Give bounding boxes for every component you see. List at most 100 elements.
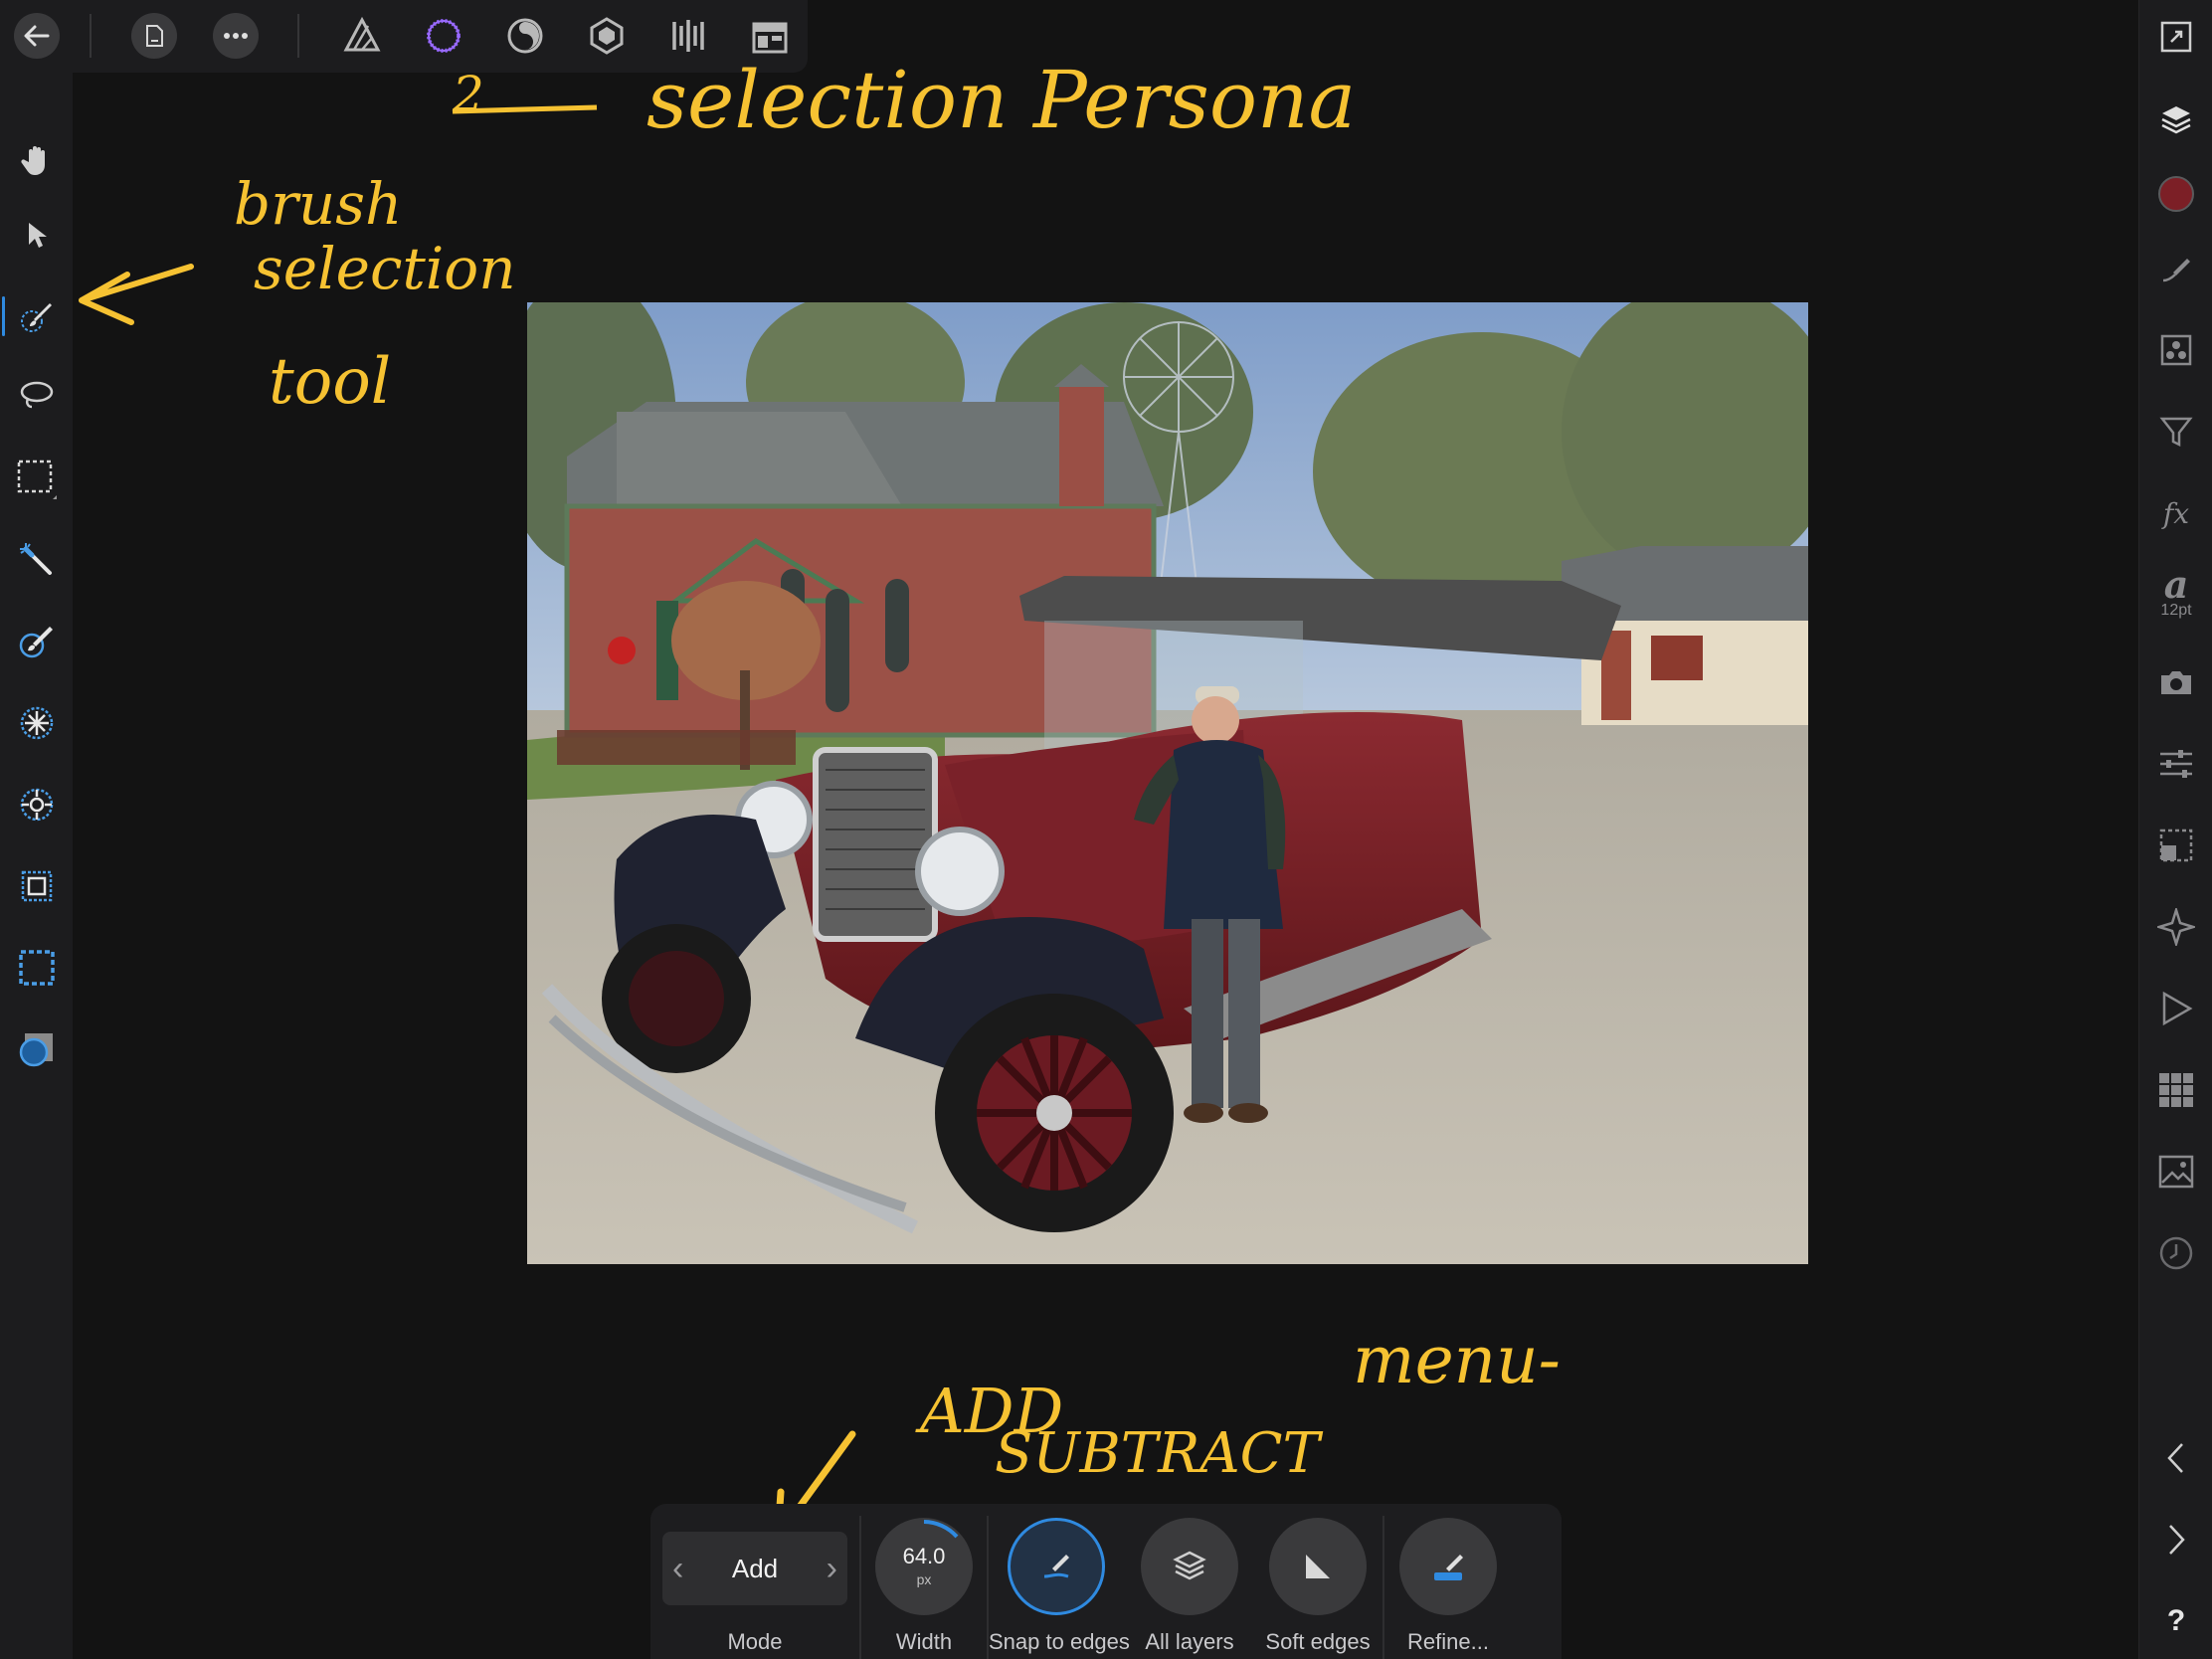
filters-studio-button[interactable] <box>2139 400 2212 463</box>
grid-icon <box>2159 1073 2193 1107</box>
transform-icon <box>2159 829 2193 862</box>
stock-studio-button[interactable] <box>2139 1140 2212 1203</box>
quick-mask-icon <box>19 1033 53 1067</box>
mode-stepper[interactable]: ‹ Add › <box>662 1532 847 1605</box>
dodge-burn-tool[interactable] <box>0 691 73 755</box>
help-button[interactable]: ? <box>2139 1589 2212 1653</box>
view-tool[interactable] <box>0 128 73 192</box>
chevron-left-icon[interactable]: ‹ <box>672 1552 683 1585</box>
top-toolbar <box>0 0 808 73</box>
width-dial[interactable]: 64.0 px <box>875 1518 973 1615</box>
back-arrow-icon <box>14 13 60 59</box>
photo-image <box>527 302 1808 1264</box>
crop-tool[interactable] <box>0 854 73 918</box>
funnel-icon <box>2159 417 2193 448</box>
back-button[interactable] <box>9 8 65 64</box>
transform-studio-button[interactable] <box>2139 814 2212 877</box>
toolbar-divider <box>90 14 92 58</box>
menu-annotation-line1: ADD <box>915 1375 1063 1447</box>
brushes-studio-button[interactable] <box>2139 238 2212 301</box>
chevron-right-icon <box>2169 1525 2185 1555</box>
soft-edges-group: Soft edges <box>1255 1504 1381 1659</box>
macro-studio-button[interactable] <box>2139 977 2212 1040</box>
mode-value: Add <box>731 1553 779 1583</box>
collapse-right-button[interactable] <box>2139 1508 2212 1571</box>
navigator-studio-button[interactable] <box>2139 895 2212 959</box>
crop-icon <box>21 870 52 902</box>
navigator-icon <box>2157 908 2195 946</box>
export-persona-button[interactable] <box>742 8 798 64</box>
freehand-selection-tool[interactable] <box>0 363 73 427</box>
layers-icon <box>1173 1551 1206 1580</box>
help-icon: ? <box>2166 1604 2186 1637</box>
paint-brush-icon <box>19 627 53 658</box>
all-layers-button[interactable] <box>1141 1518 1238 1615</box>
develop-persona-icon <box>590 17 624 55</box>
menu-annotation-line2: SUBTRACT <box>995 1421 1324 1486</box>
camera-icon <box>2161 671 2191 694</box>
document-canvas[interactable] <box>527 302 1808 1264</box>
clone-tool[interactable] <box>0 773 73 836</box>
channels-studio-button[interactable] <box>2139 318 2212 382</box>
photo-persona-button[interactable] <box>334 8 390 64</box>
liquify-persona-button[interactable] <box>497 8 553 64</box>
color-studio-button[interactable] <box>2139 162 2212 226</box>
mask-icon <box>18 950 55 986</box>
rectangular-marquee-icon <box>17 460 57 499</box>
develop-persona-button[interactable] <box>579 8 635 64</box>
persona-underline <box>452 104 598 114</box>
fx-icon: fx <box>2162 496 2190 530</box>
fit-view-button[interactable] <box>2139 5 2212 69</box>
brush-annotation-line1: brush <box>234 170 402 238</box>
snap-to-edges-label: Snap to edges <box>989 1629 1130 1654</box>
dodge-burn-icon <box>20 706 53 740</box>
soft-edges-button[interactable] <box>1269 1518 1367 1615</box>
history-studio-button[interactable] <box>2139 1221 2212 1285</box>
soft-edges-icon <box>1306 1555 1330 1578</box>
all-layers-label: All layers <box>1145 1629 1234 1654</box>
selection-persona-icon <box>427 19 461 53</box>
width-label: Width <box>895 1629 953 1654</box>
snap-group: Snap to edges <box>989 1504 1130 1659</box>
swatches-studio-button[interactable] <box>2139 1058 2212 1122</box>
chevron-left-icon <box>2167 1443 2183 1473</box>
clone-icon <box>20 788 53 822</box>
brush-tool-arrow <box>79 264 194 325</box>
refine-button[interactable] <box>1399 1518 1497 1615</box>
move-tool[interactable] <box>0 203 73 267</box>
paint-brush-tool[interactable] <box>0 610 73 673</box>
hand-icon <box>20 146 45 175</box>
effects-studio-button[interactable]: fx <box>2139 481 2212 545</box>
image-icon <box>2158 1155 2194 1189</box>
document-button[interactable] <box>126 8 182 64</box>
clock-icon <box>2159 1236 2193 1270</box>
document-icon <box>131 13 177 59</box>
text-studio-button[interactable]: a 12pt <box>2139 561 2212 625</box>
brush-studio-icon <box>2162 259 2190 282</box>
context-toolbar: ‹ Add › Mode 64.0 px Width Snap to edges <box>650 1504 1562 1659</box>
color-swatch-icon <box>2158 176 2194 212</box>
brush-annotation-line3: tool <box>269 345 391 419</box>
tone-mapping-persona-button[interactable] <box>660 8 716 64</box>
collapse-left-button[interactable] <box>2139 1426 2212 1490</box>
camera-studio-button[interactable] <box>2139 650 2212 714</box>
selection-persona-button[interactable] <box>416 8 471 64</box>
rectangular-marquee-tool[interactable] <box>0 446 73 509</box>
snap-edges-icon <box>1043 1555 1069 1578</box>
chevron-right-icon[interactable]: › <box>827 1552 837 1585</box>
quick-mask-tool[interactable] <box>0 1017 73 1081</box>
width-group: 64.0 px Width <box>861 1504 987 1659</box>
more-button[interactable] <box>208 8 264 64</box>
snap-to-edges-button[interactable] <box>1008 1518 1105 1615</box>
selection-brush-tool[interactable] <box>0 284 73 348</box>
layers-studio-button[interactable] <box>2139 89 2212 152</box>
flood-select-tool[interactable] <box>0 528 73 592</box>
mode-label: Mode <box>727 1629 783 1654</box>
adjustments-studio-button[interactable] <box>2139 732 2212 796</box>
text-size-value: 12pt <box>2160 602 2192 619</box>
app-window: 2 selection Persona brush selection tool… <box>0 0 2212 1659</box>
width-arc-icon <box>923 1520 959 1539</box>
liquify-persona-icon <box>507 18 543 54</box>
tools-panel <box>0 73 73 1659</box>
mask-tool[interactable] <box>0 936 73 1000</box>
